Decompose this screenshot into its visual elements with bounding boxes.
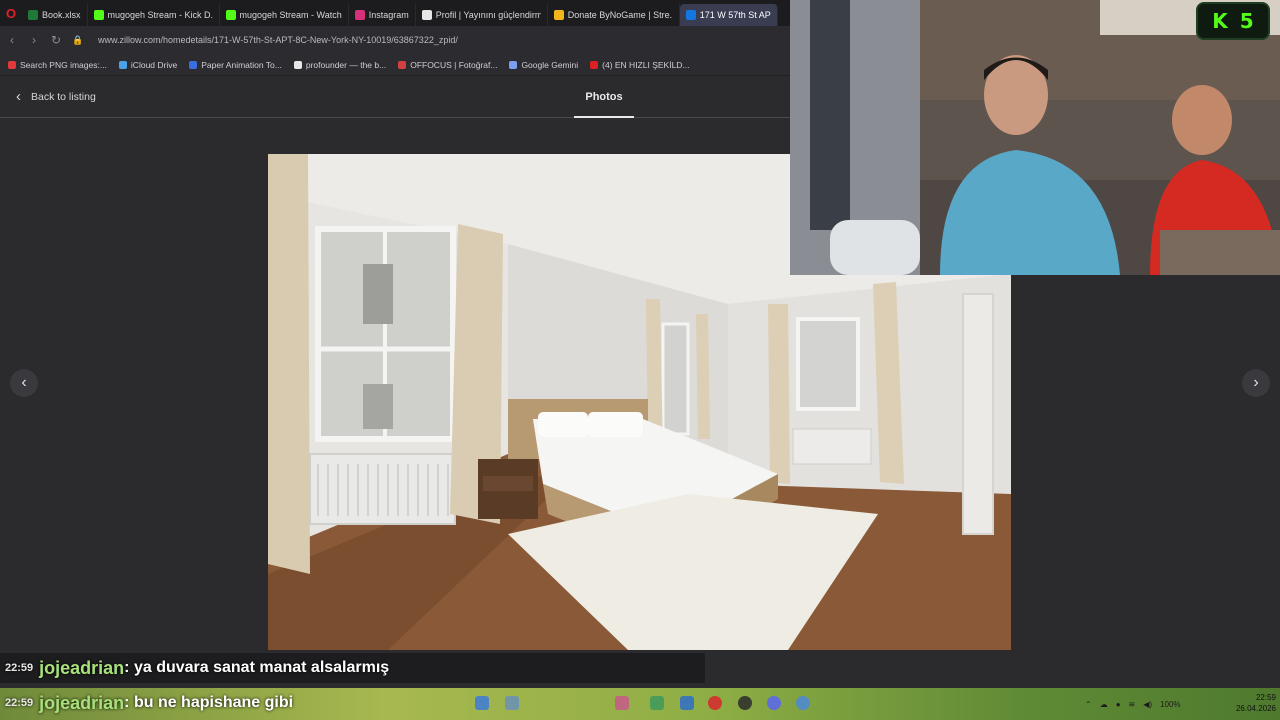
microphone-icon[interactable]: ● <box>1116 700 1121 709</box>
lock-icon: 🔒 <box>72 34 84 45</box>
bookmark-item[interactable]: Google Gemini <box>509 60 578 70</box>
bookmark-favicon-icon <box>293 60 302 69</box>
browser-tab[interactable]: Profil | Yayınını güçlendirm <box>416 4 548 26</box>
browser-tab[interactable]: mugogeh Stream - Watch <box>220 4 349 26</box>
tab-photos[interactable]: Photos <box>574 77 634 118</box>
tab-favicon-icon <box>354 10 365 20</box>
bookmark-label: Search PNG images:... <box>20 59 107 70</box>
taskbar-clock[interactable]: 22:59 26.04.2026 <box>1226 692 1276 714</box>
tab-list: Book.xlsx mugogeh Stream - Kick D... mugog… <box>22 0 778 26</box>
bookmark-item[interactable]: OFFOCUS | Fotoğraf... <box>398 60 497 70</box>
bookmark-favicon-icon <box>509 60 518 69</box>
chevron-left-icon: ‹ <box>16 88 21 105</box>
tab-favicon-icon <box>685 10 696 20</box>
back-arrow-icon[interactable]: ‹ <box>6 33 18 47</box>
taskbar-app-icon[interactable] <box>738 696 752 710</box>
forward-arrow-icon[interactable]: › <box>28 33 40 47</box>
discord-icon[interactable] <box>767 696 781 710</box>
kick-logo-icon: K <box>1212 9 1228 33</box>
chat-timestamp: 22:59 <box>5 662 34 674</box>
browser-tab[interactable]: mugogeh Stream - Kick D... <box>88 4 220 26</box>
bookmark-label: (4) EN HIZLI ŞEKİLD... <box>602 59 690 70</box>
system-tray: ⌃ ☁ ● ≋ ◀) 100% <box>1085 690 1181 718</box>
tab-label: mugogeh Stream - Watch <box>239 10 342 20</box>
chat-timestamp: 22:59 <box>5 697 34 709</box>
bookmark-favicon-icon <box>590 60 599 69</box>
next-photo-button[interactable]: › <box>1242 369 1270 397</box>
webcam-feed-image <box>790 0 1280 275</box>
taskbar-app-icon[interactable] <box>796 696 810 710</box>
opera-taskbar-icon[interactable] <box>708 696 722 710</box>
browser-tab-bar: O Book.xlsx mugogeh Stream - Kick D... mug… <box>0 0 790 26</box>
chevron-right-icon: › <box>1253 374 1259 391</box>
bookmark-item[interactable]: Paper Animation To... <box>189 60 282 70</box>
bookmark-favicon-icon <box>8 60 16 69</box>
kick-viewer-badge: K 5 <box>1196 2 1270 40</box>
back-to-listing-link[interactable]: ‹ Back to listing <box>16 89 96 104</box>
tab-label: Instagram <box>368 10 409 20</box>
chat-username: jojeadrian <box>39 692 125 713</box>
bookmark-favicon-icon <box>189 60 198 69</box>
bookmarks-bar: Search PNG images:... iCloud Drive Paper A… <box>0 54 790 76</box>
tab-label: Profil | Yayınını güçlendirm <box>435 10 541 20</box>
previous-photo-button[interactable]: ‹ <box>10 369 38 397</box>
tab-label: mugogeh Stream - Kick D... <box>107 10 213 20</box>
tab-label: Book.xlsx <box>42 10 81 20</box>
bookmark-item[interactable]: (4) EN HIZLI ŞEKİLD... <box>590 59 690 70</box>
opera-logo-icon[interactable]: O <box>0 0 22 26</box>
address-bar: ‹ › ↻ 🔒 www.zillow.com/homedetails/171-W… <box>0 26 790 54</box>
tab-favicon-icon <box>225 10 236 20</box>
webcam-overlay <box>790 0 1280 275</box>
clock-time: 22:59 <box>1255 693 1276 702</box>
chat-message: 22:59 jojeadrian : ya duvara sanat manat… <box>0 653 705 683</box>
clock-date: 26.04.2026 <box>1235 704 1276 713</box>
chevron-up-icon[interactable]: ⌃ <box>1085 700 1092 709</box>
browser-tab[interactable]: 171 W 57th St AP <box>679 4 778 26</box>
tab-favicon-icon <box>421 10 432 20</box>
bookmark-item[interactable]: iCloud Drive <box>118 59 178 70</box>
chat-text: : ya duvara sanat manat alsalarmış <box>124 659 390 676</box>
volume-icon[interactable]: ◀) <box>1143 700 1152 709</box>
browser-tab[interactable]: Instagram <box>349 4 416 26</box>
kick-viewer-count: 5 <box>1239 9 1254 33</box>
tab-favicon-icon <box>28 10 38 20</box>
battery-label[interactable]: 100% <box>1160 700 1180 709</box>
bookmark-favicon-icon <box>118 60 127 69</box>
browser-tab[interactable]: Donate ByNoGame | Stre... <box>548 4 680 26</box>
bookmark-label: OFFOCUS | Fotoğraf... <box>410 59 498 70</box>
bookmark-label: profounder — the b... <box>305 59 387 70</box>
tab-label: Donate ByNoGame | Stre... <box>567 10 673 20</box>
back-to-listing-label: Back to listing <box>31 90 96 103</box>
reload-icon[interactable]: ↻ <box>50 33 62 47</box>
tab-favicon-icon <box>553 10 564 20</box>
bookmark-label: Paper Animation To... <box>201 59 282 70</box>
browser-tab[interactable]: Book.xlsx <box>22 4 88 26</box>
bookmark-label: iCloud Drive <box>130 59 178 70</box>
url-field[interactable]: www.zillow.com/homedetails/171-W-57th-St… <box>98 35 458 45</box>
chevron-left-icon: ‹ <box>21 374 27 391</box>
chat-text: : bu ne hapishane gibi <box>124 694 294 711</box>
bookmark-item[interactable]: profounder — the b... <box>293 59 387 70</box>
chat-username: jojeadrian <box>39 657 125 678</box>
bookmark-item[interactable]: Search PNG images:... <box>8 60 107 70</box>
tab-label: 171 W 57th St AP <box>699 10 771 20</box>
network-icon[interactable]: ☁ <box>1100 700 1108 709</box>
bookmark-label: Google Gemini <box>521 59 579 70</box>
wifi-icon[interactable]: ≋ <box>1129 700 1136 709</box>
tab-favicon-icon <box>93 10 104 20</box>
chat-message: 22:59 jojeadrian : bu ne hapishane gibi <box>0 688 705 718</box>
bookmark-favicon-icon <box>398 60 407 69</box>
